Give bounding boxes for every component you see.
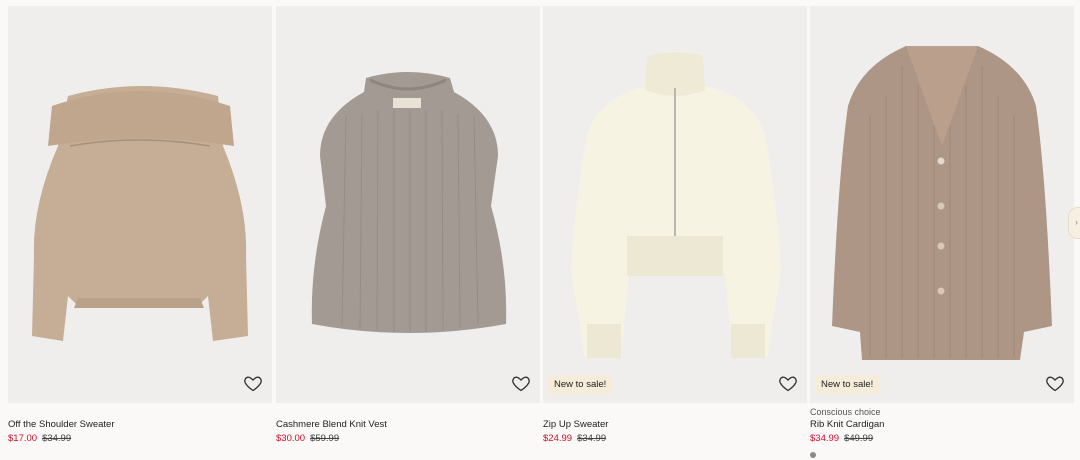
product-prices: $34.99 $49.99 (810, 432, 1074, 445)
heart-icon (779, 376, 797, 392)
zip-sweater-image (571, 51, 781, 358)
favorite-button[interactable] (511, 373, 531, 393)
sale-badge: New to sale! (548, 375, 613, 394)
chevron-right-icon: › (1075, 217, 1078, 227)
product-title[interactable]: Off the Shoulder Sweater (8, 419, 272, 431)
sale-price: $24.99 (543, 433, 573, 444)
original-price: $34.99 (577, 433, 607, 444)
product-prices: $30.00 $59.99 (276, 432, 540, 445)
product-title[interactable]: Cashmere Blend Knit Vest (276, 419, 540, 431)
product-eyebrow (8, 407, 272, 418)
product-image[interactable]: New to sale! (543, 6, 807, 403)
sale-price: $17.00 (8, 433, 38, 444)
product-eyebrow (276, 407, 540, 418)
product-card[interactable]: New to sale! Zip Up Sweater $24.99 $34.99 (543, 6, 807, 445)
product-card[interactable]: Cashmere Blend Knit Vest $30.00 $59.99 (276, 6, 540, 445)
color-swatches (810, 445, 1074, 458)
sale-badge: New to sale! (815, 375, 880, 394)
sale-price: $34.99 (810, 433, 840, 444)
product-eyebrow: Conscious choice (810, 407, 881, 417)
favorite-button[interactable] (778, 373, 798, 393)
product-carousel: Off the Shoulder Sweater $17.00 $34.99 C… (0, 0, 1080, 460)
original-price: $49.99 (844, 433, 874, 444)
product-eyebrow (543, 407, 807, 418)
product-image[interactable] (276, 6, 540, 403)
original-price: $59.99 (310, 433, 340, 444)
rib-cardigan-image (832, 46, 1052, 360)
original-price: $34.99 (42, 433, 72, 444)
product-card[interactable]: New to sale! Conscious choice Rib Knit C… (810, 6, 1074, 458)
heart-icon (1046, 376, 1064, 392)
off-shoulder-sweater-image (32, 86, 248, 341)
knit-vest-image (311, 72, 507, 333)
product-prices: $24.99 $34.99 (543, 432, 807, 445)
product-image[interactable]: New to sale! (810, 6, 1074, 403)
product-prices: $17.00 $34.99 (8, 432, 272, 445)
product-title[interactable]: Rib Knit Cardigan (810, 419, 1074, 431)
color-swatch[interactable] (810, 452, 816, 458)
heart-icon (512, 376, 530, 392)
product-image[interactable] (8, 6, 272, 403)
heart-icon (244, 376, 262, 392)
favorite-button[interactable] (1045, 373, 1065, 393)
carousel-next-button[interactable]: › (1068, 207, 1080, 239)
favorite-button[interactable] (243, 373, 263, 393)
product-card[interactable]: Off the Shoulder Sweater $17.00 $34.99 (8, 6, 272, 445)
product-title[interactable]: Zip Up Sweater (543, 419, 807, 431)
sale-price: $30.00 (276, 433, 306, 444)
